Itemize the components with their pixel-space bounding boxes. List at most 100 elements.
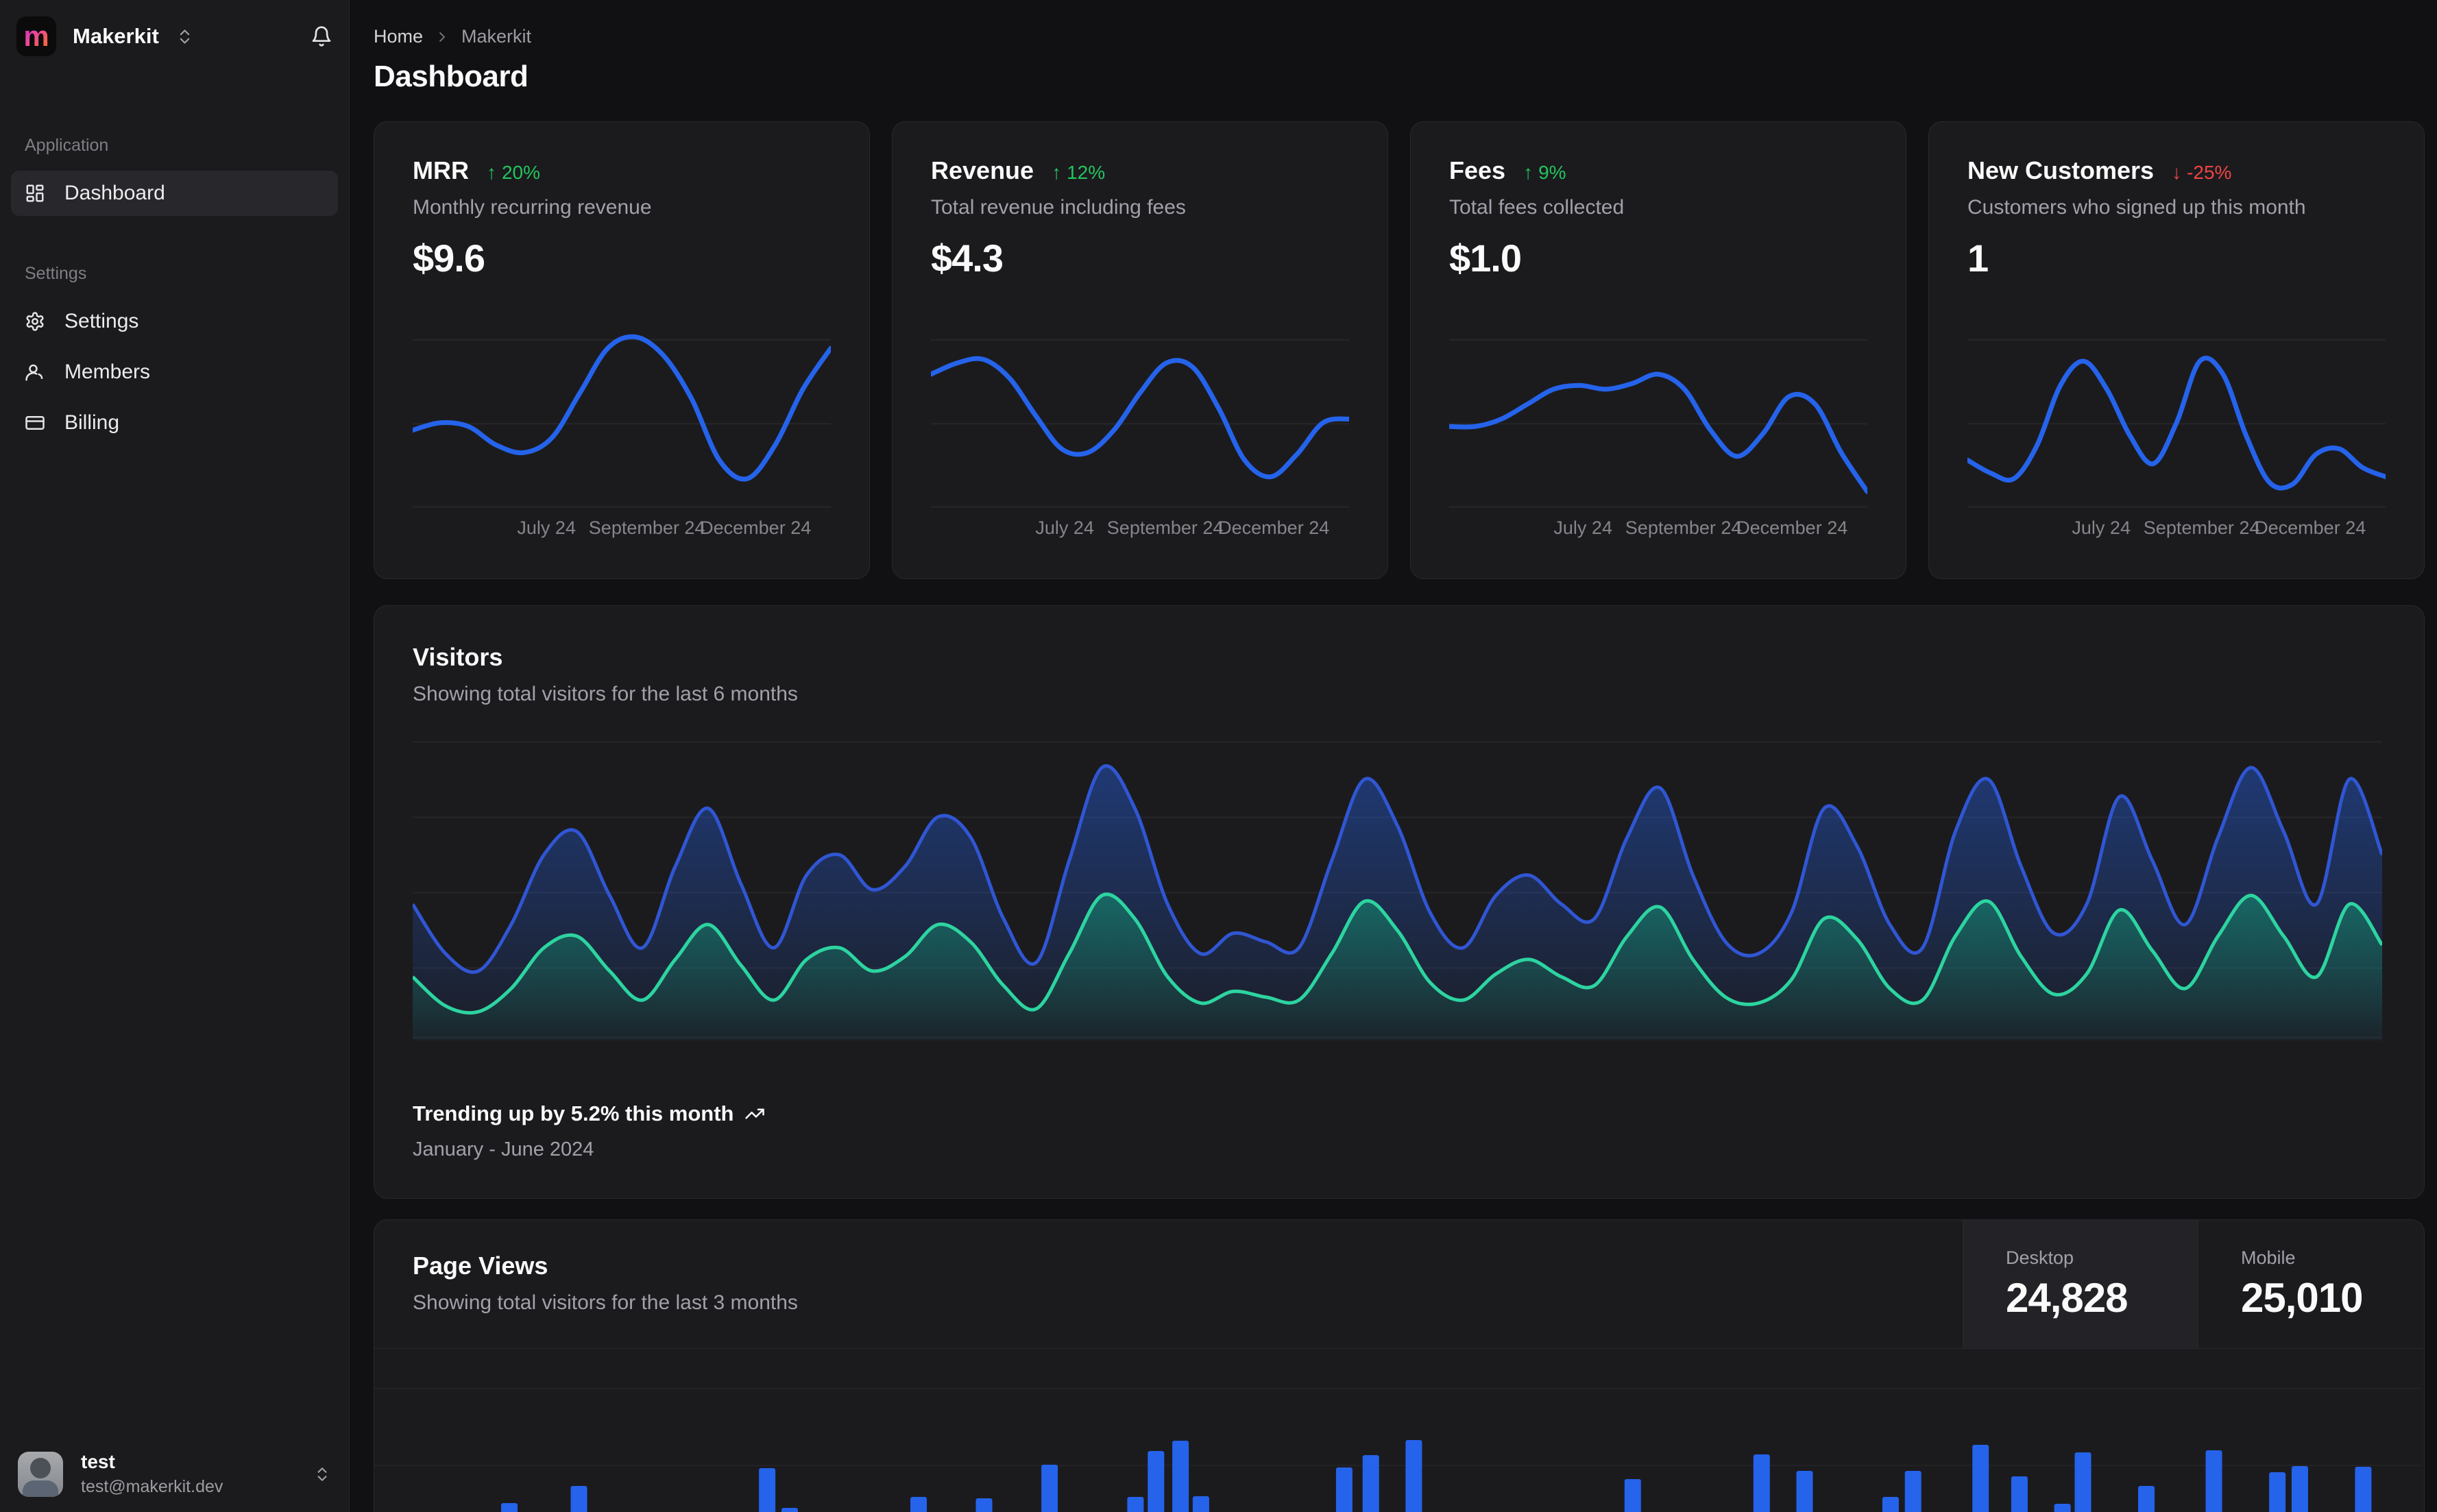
- toggle-desktop[interactable]: Desktop 24,828: [1963, 1220, 2198, 1348]
- main-content: Home Makerkit Dashboard MRR ↑ 20% Monthly…: [350, 0, 2437, 1512]
- stat-card-fees: Fees ↑ 9% Total fees collected $1.0 July …: [1410, 121, 1906, 579]
- page-views-bar-chart: [374, 1349, 2424, 1512]
- x-tick: September 24: [1625, 517, 1742, 538]
- logo-letter: m: [23, 20, 49, 52]
- trend-badge: ↑ 12%: [1052, 162, 1105, 184]
- stat-card-mrr: MRR ↑ 20% Monthly recurring revenue $9.6 …: [374, 121, 870, 579]
- stat-subtitle: Monthly recurring revenue: [413, 196, 652, 219]
- device-toggle-group: Desktop 24,828 Mobile 25,010: [1963, 1220, 2424, 1348]
- breadcrumb-home-link[interactable]: Home: [374, 26, 423, 47]
- trend-arrow-icon: ↑: [486, 162, 496, 183]
- stat-title: New Customers: [1967, 156, 2155, 184]
- stat-value: $9.6: [413, 236, 485, 280]
- trend-pct: 9%: [1538, 162, 1566, 183]
- stat-subtitle: Total revenue including fees: [931, 196, 1186, 219]
- stat-value: $1.0: [1449, 236, 1522, 280]
- billing-card-icon: [25, 413, 45, 433]
- sidebar-item-label: Settings: [64, 310, 139, 332]
- x-tick: July 24: [1553, 517, 1612, 538]
- chevrons-up-down-icon: [175, 27, 194, 46]
- sidebar-item-members[interactable]: Members: [11, 350, 338, 395]
- trending-up-icon: [744, 1103, 765, 1124]
- mrr-sparkline-chart: [413, 308, 831, 508]
- makerkit-logo: m: [16, 16, 56, 56]
- nav-section-settings: Settings: [25, 264, 87, 283]
- sidebar-item-settings[interactable]: Settings: [11, 299, 338, 344]
- sidebar-item-dashboard[interactable]: Dashboard: [11, 171, 338, 216]
- user-email: test@makerkit.dev: [81, 1477, 223, 1496]
- x-tick: December 24: [2255, 517, 2366, 538]
- members-icon: [25, 362, 45, 382]
- visitors-card: Visitors Showing total visitors for the …: [374, 605, 2425, 1199]
- sidebar-item-billing[interactable]: Billing: [11, 400, 338, 446]
- x-tick: September 24: [2143, 517, 2260, 538]
- avatar: [18, 1451, 63, 1497]
- trend-arrow-icon: ↑: [1052, 162, 1062, 183]
- breadcrumb: Home Makerkit: [374, 26, 2425, 47]
- stat-subtitle: Customers who signed up this month: [1967, 196, 2306, 219]
- stat-card-revenue: Revenue ↑ 12% Total revenue including fee…: [892, 121, 1388, 579]
- x-axis-ticks: July 24 September 24 December 24: [413, 517, 831, 538]
- stat-value: 1: [1967, 236, 1989, 280]
- trend-pct: 12%: [1067, 162, 1106, 183]
- stat-title: Fees: [1449, 156, 1506, 184]
- x-tick: July 24: [517, 517, 576, 538]
- workspace-name: Makerkit: [73, 24, 159, 48]
- visitors-period: January - June 2024: [413, 1138, 594, 1160]
- x-axis-ticks: July 24 September 24 December 24: [931, 517, 1349, 538]
- visitors-title: Visitors: [413, 643, 503, 671]
- page-views-card: Page Views Showing total visitors for th…: [374, 1219, 2425, 1512]
- x-tick: December 24: [1736, 517, 1848, 538]
- chevrons-up-down-icon: [313, 1465, 331, 1483]
- fees-sparkline-chart: [1449, 308, 1867, 508]
- stat-cards-row: MRR ↑ 20% Monthly recurring revenue $9.6 …: [374, 121, 2425, 579]
- x-tick: September 24: [588, 517, 705, 538]
- visitors-subtitle: Showing total visitors for the last 6 mo…: [413, 683, 798, 705]
- visitors-footer: Trending up by 5.2% this month January -…: [413, 1101, 2386, 1161]
- chevron-right-icon: [434, 29, 450, 45]
- x-tick: December 24: [700, 517, 812, 538]
- bell-icon[interactable]: [311, 25, 332, 47]
- nav-section-application: Application: [25, 136, 109, 155]
- stat-title: Revenue: [931, 156, 1034, 184]
- toggle-label: Mobile: [2241, 1247, 2296, 1268]
- toggle-value: 24,828: [2006, 1275, 2129, 1321]
- stat-value: $4.3: [931, 236, 1004, 280]
- toggle-value: 25,010: [2241, 1275, 2364, 1321]
- x-tick: July 24: [2072, 517, 2131, 538]
- x-tick: July 24: [1035, 517, 1094, 538]
- sidebar-nav: Application Dashboard Settings Settings …: [0, 136, 349, 446]
- toggle-label: Desktop: [2006, 1247, 2074, 1268]
- sidebar-item-label: Dashboard: [64, 182, 165, 204]
- user-name: test: [81, 1451, 115, 1472]
- breadcrumb-current: Makerkit: [461, 26, 532, 47]
- page-title: Dashboard: [374, 60, 529, 93]
- workspace-switcher[interactable]: m Makerkit: [0, 0, 349, 73]
- stat-subtitle: Total fees collected: [1449, 196, 1625, 219]
- new-customers-sparkline-chart: [1967, 308, 2386, 508]
- trend-arrow-icon: ↓: [2172, 162, 2182, 183]
- sidebar-item-label: Members: [64, 361, 151, 383]
- trend-arrow-icon: ↑: [1523, 162, 1533, 183]
- x-tick: September 24: [1106, 517, 1224, 538]
- toggle-mobile[interactable]: Mobile 25,010: [2198, 1220, 2424, 1348]
- trend-badge: ↑ 20%: [487, 162, 540, 184]
- revenue-sparkline-chart: [931, 308, 1349, 508]
- settings-gear-icon: [25, 311, 45, 332]
- page-views-subtitle: Showing total visitors for the last 3 mo…: [413, 1291, 798, 1314]
- trend-badge: ↓ -25%: [2172, 162, 2231, 184]
- user-meta: test test@makerkit.dev: [81, 1451, 223, 1497]
- page-views-header: Page Views Showing total visitors for th…: [374, 1220, 2424, 1349]
- sidebar: m Makerkit Application Dashboard Setting…: [0, 0, 350, 1512]
- trend-badge: ↑ 9%: [1523, 162, 1566, 184]
- trend-pct: -25%: [2187, 162, 2232, 183]
- user-menu[interactable]: test test@makerkit.dev: [0, 1436, 349, 1512]
- visitors-trend-text: Trending up by 5.2% this month: [413, 1101, 734, 1125]
- x-axis-ticks: July 24 September 24 December 24: [1449, 517, 1867, 538]
- x-tick: December 24: [1218, 517, 1330, 538]
- x-axis-ticks: July 24 September 24 December 24: [1967, 517, 2386, 538]
- stat-card-new-customers: New Customers ↓ -25% Customers who signed…: [1928, 121, 2425, 579]
- app-root: m Makerkit Application Dashboard Setting…: [0, 0, 2437, 1512]
- stat-title: MRR: [413, 156, 469, 184]
- trend-pct: 20%: [501, 162, 541, 183]
